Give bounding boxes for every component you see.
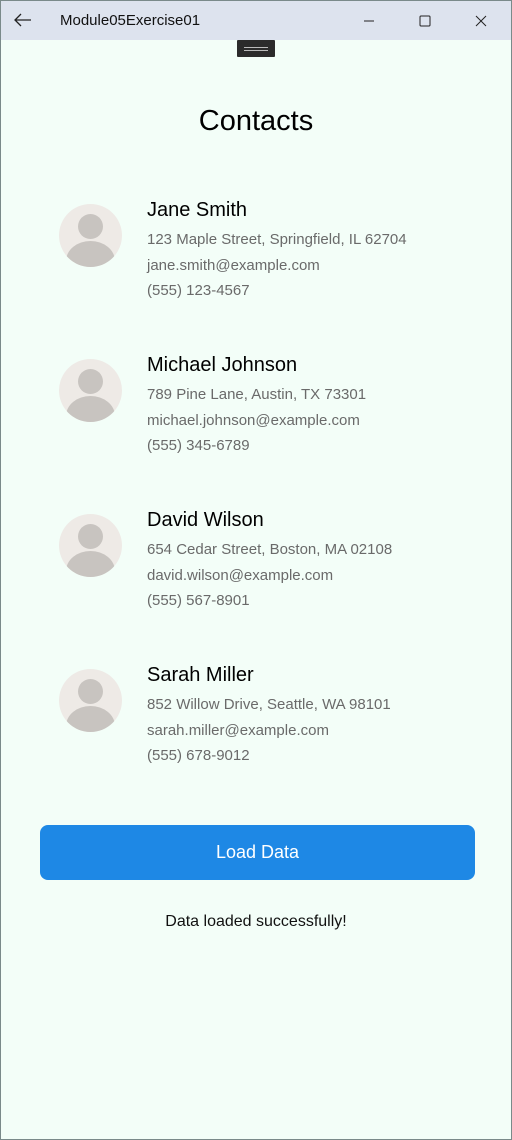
close-button[interactable] xyxy=(453,1,509,40)
person-icon xyxy=(59,359,122,422)
contact-email: michael.johnson@example.com xyxy=(147,412,360,429)
contact-email: david.wilson@example.com xyxy=(147,567,334,584)
maximize-button[interactable] xyxy=(397,1,453,40)
contact-phone: (555) 678-9012 xyxy=(147,747,250,764)
page-title: Contacts xyxy=(198,105,314,137)
contact-email: sarah.miller@example.com xyxy=(147,722,329,739)
contact-address: 789 Pine Lane, Austin, TX 73301 xyxy=(147,386,367,403)
minimize-button[interactable] xyxy=(341,1,397,40)
person-icon xyxy=(59,669,122,732)
contact-phone: (555) 345-6789 xyxy=(147,437,250,454)
contact-name: Jane Smith xyxy=(147,199,248,221)
back-button[interactable] xyxy=(7,5,39,35)
contact-name: Michael Johnson xyxy=(147,354,298,376)
contact-phone: (555) 567-8901 xyxy=(147,592,250,609)
contact-phone: (555) 123-4567 xyxy=(147,282,250,299)
contact-name: Sarah Miller xyxy=(147,664,254,686)
contact-address: 654 Cedar Street, Boston, MA 02108 xyxy=(147,541,393,558)
contact-item: Jane Smith 123 Maple Street, Springfield… xyxy=(59,188,479,308)
drag-handle[interactable] xyxy=(237,40,275,57)
person-icon xyxy=(59,514,122,577)
window-title: Module05Exercise01 xyxy=(60,12,201,29)
contact-item: David Wilson 654 Cedar Street, Boston, M… xyxy=(59,498,479,618)
title-bar[interactable]: Module05Exercise01 xyxy=(1,1,511,40)
contact-email: jane.smith@example.com xyxy=(147,257,320,274)
contact-item: Sarah Miller 852 Willow Drive, Seattle, … xyxy=(59,653,479,773)
person-icon xyxy=(59,204,122,267)
minimize-icon xyxy=(364,20,374,21)
close-icon xyxy=(475,15,487,26)
status-message: Data loaded successfully! xyxy=(165,913,347,930)
maximize-icon xyxy=(419,15,431,26)
contact-item: Michael Johnson 789 Pine Lane, Austin, T… xyxy=(59,343,479,463)
arrow-left-icon xyxy=(14,13,31,27)
load-data-button[interactable]: Load Data xyxy=(40,825,475,880)
app-window: Module05Exercise01 Contacts Jane Smith 1… xyxy=(0,0,512,1140)
contact-name: David Wilson xyxy=(147,509,264,531)
contact-address: 852 Willow Drive, Seattle, WA 98101 xyxy=(147,696,391,713)
contact-address: 123 Maple Street, Springfield, IL 62704 xyxy=(147,231,407,248)
